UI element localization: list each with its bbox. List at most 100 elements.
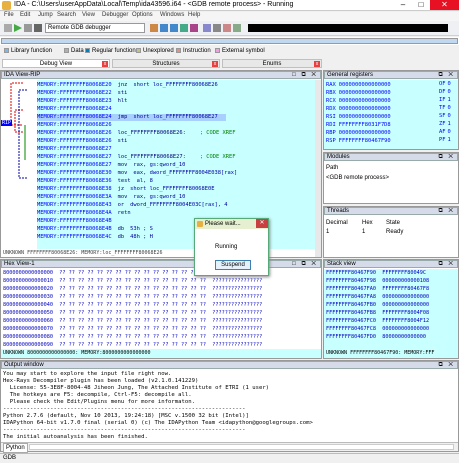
breakpoint-icon[interactable] [150,24,158,32]
menu-search[interactable]: Search [57,12,76,18]
disasm-line[interactable]: MEMORY:FFFFFFFF80068E4C db 48h ; H [37,234,161,241]
continue-process-icon[interactable] [14,24,22,32]
stack-row[interactable]: FFFFFFFF80467FA8 000000000000000 [326,293,429,301]
disasm-line[interactable]: MEMORY:FFFFFFFF80068E38 jz short loc_FFFFF… [37,186,223,193]
disasm-line[interactable]: MEMORY:FFFFFFFF80068E30 mov eax, dword_FFF… [37,170,245,177]
trace-icon[interactable] [223,24,231,32]
register-row[interactable]: RSI 0000000000000000 [324,113,391,121]
menu-help[interactable]: Help [188,12,200,18]
tab-structures[interactable]: Structures x [112,59,220,68]
panel-controls-icon[interactable]: ⧉ ✕ [438,208,455,215]
vertical-scrollbar[interactable] [315,80,321,257]
python-command-input[interactable] [29,444,454,450]
step-out-icon[interactable] [190,24,198,32]
panel-controls-icon[interactable]: ⧉ ✕ [438,261,455,268]
flag-row[interactable]: DF 0 [439,89,451,95]
menu-view[interactable]: View [82,12,95,18]
stack-row[interactable]: FFFFFFFF80467F98 000000000000108 [326,277,429,285]
register-row[interactable]: RBP 0000000000000000 [324,129,391,137]
menu-options[interactable]: Options [132,12,153,18]
register-row[interactable]: RAX 0000000000000000 [324,81,391,89]
disasm-line[interactable]: MEMORY:FFFFFFFF80068E20 jnz short loc_FFFF… [37,82,226,89]
pause-process-icon[interactable] [24,24,32,32]
disasm-line[interactable]: MEMORY:FFFFFFFF80068E27 [37,146,132,153]
stack-row[interactable]: FFFFFFFF80467FB8 FFFFFFFF8004F08 [326,309,429,317]
close-tab-icon[interactable]: x [212,61,218,67]
panel-controls-icon[interactable]: □ ⧉ ✕ [292,261,318,268]
stack-row[interactable]: FFFFFFFF80467FD0 80000000000000 [326,333,426,341]
close-tab-icon[interactable]: x [314,61,320,67]
hex-row[interactable]: 8000000000000070 ?? ?? ?? ?? ?? ?? ?? ??… [3,325,262,333]
menu-file[interactable]: File [4,12,14,18]
hex-row[interactable]: 8000000000000060 ?? ?? ?? ?? ?? ?? ?? ??… [3,317,262,325]
flag-row[interactable]: OF 0 [439,81,451,87]
hex-row[interactable]: 8000000000000020 ?? ?? ?? ?? ?? ?? ?? ??… [3,285,262,293]
stack-row[interactable]: FFFFFFFF80467FB0 000000000000000 [326,301,429,309]
overview-navigator[interactable] [1,38,458,44]
list-view-icon[interactable] [213,24,221,32]
debugger-select[interactable]: Remote GDB debugger [45,23,145,33]
disasm-line[interactable]: MEMORY:FFFFFFFF80068E4A retn [37,210,145,217]
flag-row[interactable]: PF 1 [439,137,451,143]
menu-jump[interactable]: Jump [38,12,53,18]
close-button[interactable]: ✕ [430,0,459,10]
flag-row[interactable]: TF 0 [439,105,451,111]
disasm-line[interactable]: MEMORY:FFFFFFFF80068E36 test al, 8 [37,178,161,185]
panel-controls-icon[interactable]: ⧉ ✕ [438,72,455,79]
disassembly-listing[interactable]: RIP MEMORY:FFFFFFFF80068E20 jnz short loc_… [1,80,321,257]
register-row[interactable]: RSP FFFFFFFF80467F90 [324,137,391,145]
panel-controls-icon[interactable]: □ ⧉ ✕ [292,72,318,79]
flag-row[interactable]: IF 1 [439,97,451,103]
hex-row[interactable]: 8000000000000010 ?? ?? ?? ?? ?? ?? ?? ??… [3,277,262,285]
stack-row[interactable]: FFFFFFFF80467FA0 FFFFFFFF80467F8 [326,285,429,293]
tab-debug-view[interactable]: Debug View x [2,59,110,68]
dialog-close-button[interactable]: ✕ [256,219,268,228]
close-tab-icon[interactable]: x [102,61,108,67]
hex-dump[interactable]: 8000000000000000 ?? ?? ?? ?? ?? ?? ?? ??… [1,269,321,349]
watch-icon[interactable] [233,24,241,32]
step-into-icon[interactable] [160,24,168,32]
thread-row-decimal[interactable]: 1 [326,229,329,235]
hex-row[interactable]: 8000000000000080 ?? ?? ?? ?? ?? ?? ?? ??… [3,333,262,341]
suspend-button[interactable]: Suspend [215,260,251,270]
maximize-button[interactable]: □ [412,0,430,10]
hex-row[interactable]: 8000000000000050 ?? ?? ?? ?? ?? ?? ?? ??… [3,309,262,317]
flag-row[interactable]: SF 0 [439,113,451,119]
panel-controls-icon[interactable]: ⧉ ✕ [438,362,455,369]
stack-row[interactable]: FFFFFFFF80467F90 FFFFFFFF80049C [326,269,426,277]
module-row[interactable]: <GDB remote process> [326,175,389,181]
menu-edit[interactable]: Edit [20,12,30,18]
disasm-line[interactable]: MEMORY:FFFFFFFF80068E43 or dword_FFFFFFFF8… [37,202,236,209]
disasm-line[interactable]: MEMORY:FFFFFFFF80068E4B [37,218,132,225]
minimize-button[interactable]: – [394,0,412,10]
disasm-line[interactable]: MEMORY:FFFFFFFF80068E24 jmp short loc_FFFF… [37,114,226,121]
panel-controls-icon[interactable]: ⧉ ✕ [438,154,455,161]
disasm-line[interactable]: MEMORY:FFFFFFFF80068E22 sti [37,90,141,97]
thread-row-hex[interactable]: 1 [362,229,365,235]
menu-windows[interactable]: Windows [160,12,184,18]
disasm-line[interactable]: MEMORY:FFFFFFFF80068E24 [37,106,132,113]
register-row[interactable]: RDI FFFFFFFF8031F7D8 [324,121,391,129]
disasm-line[interactable]: MEMORY:FFFFFFFF80068E3A mov rax, gs:qword_… [37,194,193,201]
stack-listing[interactable]: FFFFFFFF80467F90 FFFFFFFF80049C FFFFFFFF8… [324,269,458,349]
thread-row-state[interactable]: Ready [386,229,403,235]
graph-view-icon[interactable] [203,24,211,32]
hex-row[interactable]: 8000000000000040 ?? ?? ?? ?? ?? ?? ?? ??… [3,301,262,309]
stop-process-icon[interactable] [34,24,42,32]
navigation-bar[interactable] [0,37,459,45]
menu-debugger[interactable]: Debugger [102,12,128,18]
tab-enums[interactable]: Enums x [222,59,322,68]
disasm-line[interactable]: MEMORY:FFFFFFFF80068E26 [37,122,132,129]
hex-row[interactable]: 8000000000000090 ?? ?? ?? ?? ?? ?? ?? ??… [3,341,262,349]
disasm-line[interactable]: MEMORY:FFFFFFFF80068E27 mov rax, gs:qword_… [37,162,193,169]
flag-row[interactable]: ZF 1 [439,121,451,127]
run-to-cursor-icon[interactable] [180,24,188,32]
hex-row[interactable]: 8000000000000030 ?? ?? ?? ?? ?? ?? ?? ??… [3,293,262,301]
register-row[interactable]: RCX 0000000000000000 [324,97,391,105]
python-label[interactable]: Python [3,443,28,453]
disasm-line[interactable]: MEMORY:FFFFFFFF80068E27 loc_FFFFFFFF80068… [37,154,236,161]
disasm-line[interactable]: MEMORY:FFFFFFFF80068E4B db 53h ; S [37,226,161,233]
disasm-line[interactable]: MEMORY:FFFFFFFF80068E23 hlt [37,98,141,105]
disasm-line[interactable]: MEMORY:FFFFFFFF80068E26 loc_FFFFFFFF80068… [37,130,236,137]
stack-row[interactable]: FFFFFFFF80467FC0 FFFFFFFF8004F12 [326,317,429,325]
